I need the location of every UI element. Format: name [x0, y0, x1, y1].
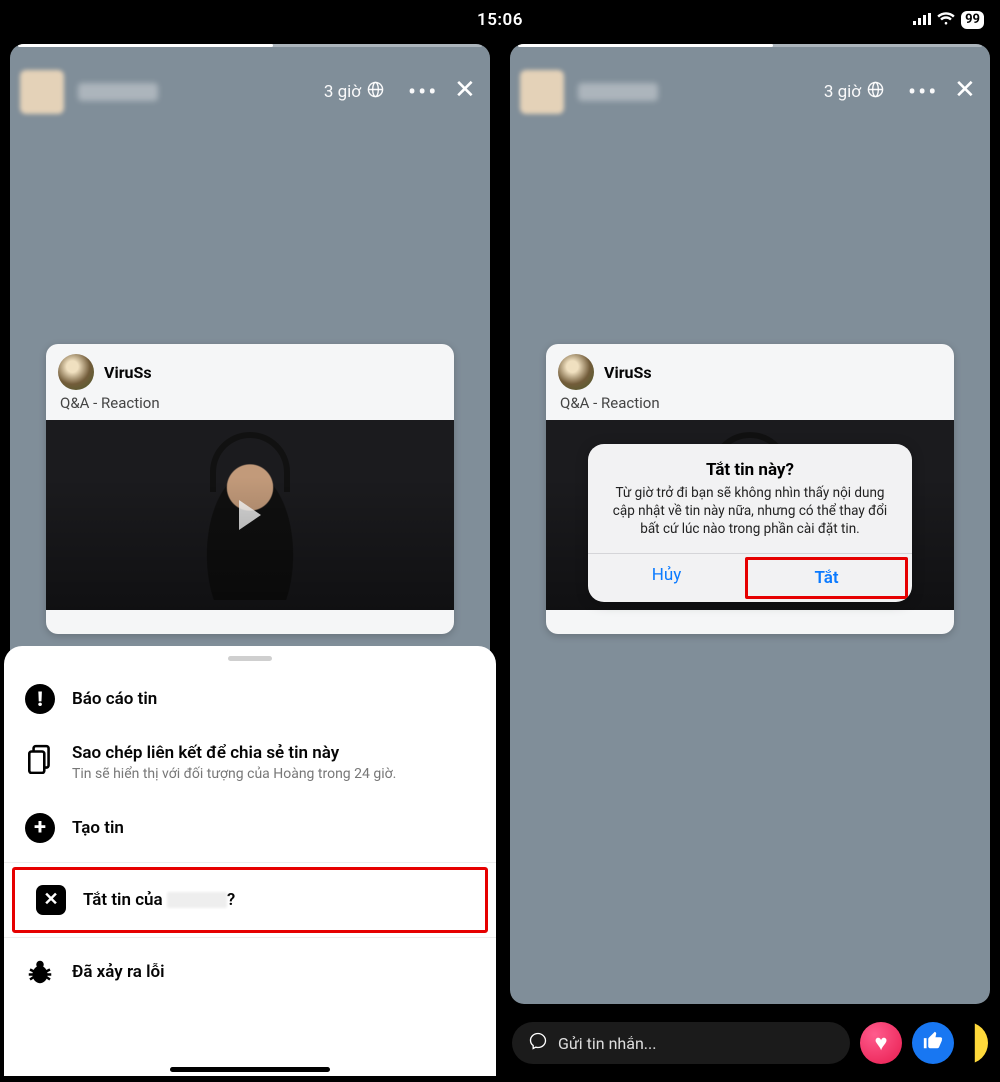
alert-icon: !: [24, 683, 56, 715]
reaction-love[interactable]: ♥: [860, 1022, 902, 1064]
divider: [4, 862, 496, 863]
battery-indicator: 99: [961, 11, 984, 29]
reaction-haha-partial[interactable]: [964, 1022, 988, 1064]
sheet-create-story[interactable]: + Tạo tin: [4, 798, 496, 858]
status-bar: 15:06 99: [0, 0, 1000, 40]
sheet-mute-prefix: Tắt tin của: [83, 890, 167, 910]
highlight-confirm: Tắt: [745, 557, 908, 599]
dialog-title: Tắt tin này?: [604, 460, 896, 480]
sheet-bug-label: Đã xảy ra lỗi: [72, 962, 165, 982]
story-background: 3 giờ ••• ✕ ViruSs Q&A - Reaction: [510, 44, 990, 1004]
screen-left: 3 giờ ••• ✕ ViruSs Q&A - Reaction: [4, 38, 496, 1076]
action-sheet: ! Báo cáo tin Sao chép liên kết để chia …: [4, 646, 496, 1076]
globe-icon: [867, 81, 884, 103]
status-time: 15:06: [477, 10, 523, 30]
plus-icon: +: [24, 812, 56, 844]
status-icons: 99: [913, 0, 984, 40]
card-profile-name: ViruSs: [604, 363, 652, 382]
wifi-icon: [937, 11, 955, 29]
card-subtitle: Q&A - Reaction: [546, 392, 954, 420]
story-header: 3 giờ ••• ✕: [510, 64, 990, 120]
sheet-create-label: Tạo tin: [72, 818, 124, 838]
more-options-button[interactable]: •••: [908, 80, 936, 104]
story-timestamp: 3 giờ: [824, 81, 884, 103]
divider: [4, 937, 496, 938]
messenger-icon: [528, 1031, 548, 1055]
bug-icon: [24, 956, 56, 988]
card-profile-avatar: [558, 354, 594, 390]
poster-avatar[interactable]: [520, 70, 564, 114]
highlight-mute: ✕ Tắt tin của ?: [12, 867, 488, 933]
sheet-bug-report[interactable]: Đã xảy ra lỗi: [4, 942, 496, 1002]
sheet-mute-suffix: ?: [227, 890, 235, 910]
sheet-copy-sub: Tin sẽ hiển thị với đối tượng của Hoàng …: [72, 765, 396, 784]
thumbs-up-icon: [922, 1029, 944, 1057]
mute-confirm-dialog: Tắt tin này? Từ giờ trở đi bạn sẽ không …: [588, 444, 912, 602]
sheet-mute-story[interactable]: ✕ Tắt tin của ?: [15, 870, 485, 930]
reply-placeholder: Gửi tin nhắn...: [558, 1034, 656, 1053]
signal-icon: [913, 11, 931, 29]
time-label: 3 giờ: [824, 82, 861, 102]
x-square-icon: ✕: [35, 884, 67, 916]
close-button[interactable]: ✕: [954, 79, 980, 105]
sheet-mute-name-redacted: [167, 892, 227, 908]
copy-icon: [24, 743, 56, 775]
story-progress-bar: [518, 44, 982, 47]
sheet-grabber[interactable]: [228, 656, 272, 661]
dialog-body-text: Từ giờ trở đi bạn sẽ không nhìn thấy nội…: [604, 484, 896, 539]
reply-input[interactable]: Gửi tin nhắn...: [512, 1022, 850, 1064]
reaction-like[interactable]: [912, 1022, 954, 1064]
story-reply-bar: Gửi tin nhắn... ♥: [512, 1022, 988, 1064]
sheet-mute-label: Tắt tin của ?: [83, 890, 235, 910]
poster-name-redacted: [578, 83, 658, 101]
home-indicator[interactable]: [170, 1067, 330, 1072]
sheet-copy-title: Sao chép liên kết để chia sẻ tin này: [72, 743, 396, 763]
screen-right: 3 giờ ••• ✕ ViruSs Q&A - Reaction: [504, 38, 996, 1076]
sheet-report-label: Báo cáo tin: [72, 689, 157, 709]
dialog-confirm-button[interactable]: Tắt: [748, 560, 905, 596]
sheet-copy-link[interactable]: Sao chép liên kết để chia sẻ tin này Tin…: [4, 729, 496, 798]
sheet-report[interactable]: ! Báo cáo tin: [4, 669, 496, 729]
dialog-cancel-button[interactable]: Hủy: [588, 554, 745, 602]
heart-icon: ♥: [874, 1030, 887, 1056]
